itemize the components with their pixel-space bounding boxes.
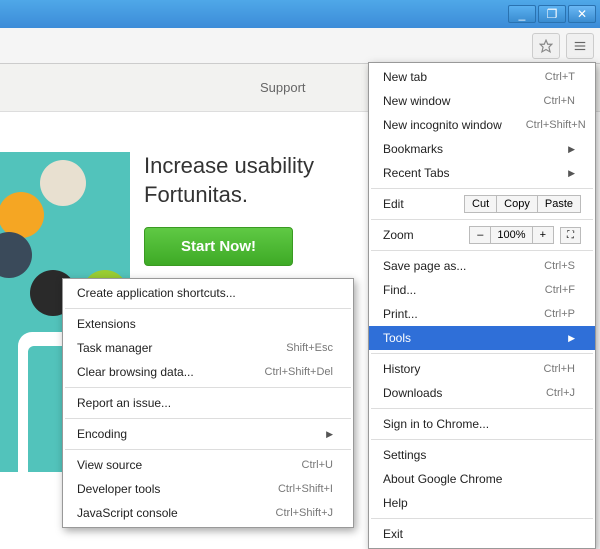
menu-find[interactable]: Find...Ctrl+F	[369, 278, 595, 302]
zoom-label: Zoom	[383, 228, 414, 242]
submenu-view-source[interactable]: View sourceCtrl+U	[63, 453, 353, 477]
window-titlebar: _ ❐ ✕	[0, 0, 600, 28]
menu-separator	[371, 188, 593, 189]
menu-downloads[interactable]: DownloadsCtrl+J	[369, 381, 595, 405]
maximize-button[interactable]: ❐	[538, 5, 566, 23]
chevron-right-icon: ▶	[568, 144, 575, 155]
heart-icon	[40, 160, 86, 206]
menu-button[interactable]	[566, 33, 594, 59]
menu-separator	[65, 449, 351, 450]
submenu-developer-tools[interactable]: Developer toolsCtrl+Shift+I	[63, 477, 353, 501]
fullscreen-button[interactable]: ⛶	[560, 227, 581, 244]
card-icon	[0, 232, 32, 278]
menu-new-incognito[interactable]: New incognito windowCtrl+Shift+N	[369, 113, 595, 137]
menu-zoom-row: Zoom – 100% + ⛶	[369, 223, 595, 247]
hero-headline-1: Increase usability	[144, 152, 314, 181]
submenu-create-shortcuts[interactable]: Create application shortcuts...	[63, 281, 353, 305]
menu-separator	[65, 387, 351, 388]
menu-settings[interactable]: Settings	[369, 443, 595, 467]
menu-history[interactable]: HistoryCtrl+H	[369, 357, 595, 381]
zoom-in-button[interactable]: +	[532, 226, 554, 244]
zoom-percent: 100%	[491, 226, 531, 244]
menu-separator	[371, 439, 593, 440]
menu-separator	[65, 418, 351, 419]
zoom-out-button[interactable]: –	[469, 226, 491, 244]
menu-help[interactable]: Help	[369, 491, 595, 515]
hero-headline-2: Fortunitas.	[144, 181, 314, 210]
submenu-report-issue[interactable]: Report an issue...	[63, 391, 353, 415]
copy-button[interactable]: Copy	[497, 195, 538, 213]
submenu-extensions[interactable]: Extensions	[63, 312, 353, 336]
browser-toolbar	[0, 28, 600, 64]
menu-new-tab[interactable]: New tabCtrl+T	[369, 65, 595, 89]
chevron-right-icon: ▶	[568, 168, 575, 179]
menu-print[interactable]: Print...Ctrl+P	[369, 302, 595, 326]
chevron-right-icon: ▶	[326, 429, 333, 440]
menu-new-window[interactable]: New windowCtrl+N	[369, 89, 595, 113]
start-now-button[interactable]: Start Now!	[144, 227, 293, 266]
menu-separator	[65, 308, 351, 309]
star-icon	[539, 39, 553, 53]
close-button[interactable]: ✕	[568, 5, 596, 23]
menu-recent-tabs[interactable]: Recent Tabs▶	[369, 161, 595, 185]
menu-tools[interactable]: Tools▶	[369, 326, 595, 350]
chrome-main-menu: New tabCtrl+T New windowCtrl+N New incog…	[368, 62, 596, 549]
menu-separator	[371, 353, 593, 354]
menu-edit-row: Edit Cut Copy Paste	[369, 192, 595, 216]
menu-separator	[371, 518, 593, 519]
minimize-button[interactable]: _	[508, 5, 536, 23]
submenu-javascript-console[interactable]: JavaScript consoleCtrl+Shift+J	[63, 501, 353, 525]
submenu-task-manager[interactable]: Task managerShift+Esc	[63, 336, 353, 360]
bookmark-star-button[interactable]	[532, 33, 560, 59]
cut-button[interactable]: Cut	[464, 195, 497, 213]
menu-separator	[371, 250, 593, 251]
hamburger-icon	[573, 39, 587, 53]
menu-exit[interactable]: Exit	[369, 522, 595, 546]
menu-about[interactable]: About Google Chrome	[369, 467, 595, 491]
nav-link-support[interactable]: Support	[260, 80, 306, 95]
edit-label: Edit	[383, 197, 404, 211]
menu-bookmarks[interactable]: Bookmarks▶	[369, 137, 595, 161]
submenu-encoding[interactable]: Encoding▶	[63, 422, 353, 446]
paste-button[interactable]: Paste	[538, 195, 581, 213]
menu-sign-in[interactable]: Sign in to Chrome...	[369, 412, 595, 436]
chevron-right-icon: ▶	[568, 333, 575, 344]
menu-save-page[interactable]: Save page as...Ctrl+S	[369, 254, 595, 278]
menu-separator	[371, 408, 593, 409]
menu-separator	[371, 219, 593, 220]
submenu-clear-browsing-data[interactable]: Clear browsing data...Ctrl+Shift+Del	[63, 360, 353, 384]
tools-submenu: Create application shortcuts... Extensio…	[62, 278, 354, 528]
